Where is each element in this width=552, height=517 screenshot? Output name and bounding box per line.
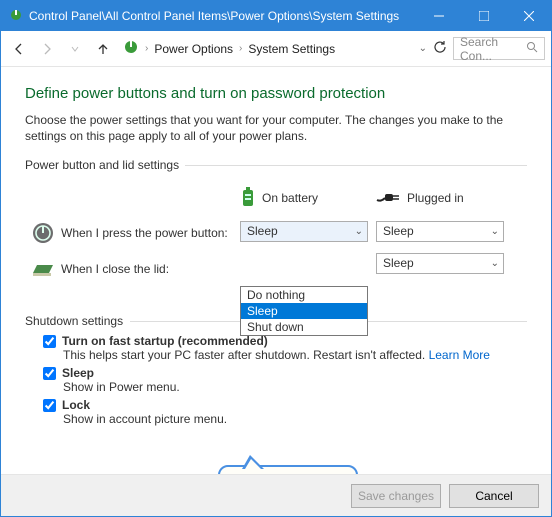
maximize-button[interactable]: [461, 1, 506, 31]
checkbox-label: Lock: [62, 398, 90, 412]
page-description: Choose the power settings that you want …: [25, 112, 527, 144]
column-header: Plugged in: [407, 191, 464, 205]
cancel-button[interactable]: Cancel: [449, 484, 539, 508]
breadcrumb[interactable]: › Power Options › System Settings: [119, 39, 415, 58]
refresh-button[interactable]: [433, 40, 447, 57]
dropdown-option[interactable]: Do nothing: [241, 287, 367, 303]
battery-icon: [240, 186, 256, 211]
checkbox-description: Show in Power menu.: [63, 380, 527, 394]
minimize-button[interactable]: [416, 1, 461, 31]
chevron-right-icon: ›: [145, 43, 148, 54]
checkbox-label: Sleep: [62, 366, 94, 380]
dropdown-list[interactable]: Do nothing Sleep Shut down: [240, 286, 368, 336]
lock-checkbox[interactable]: [43, 399, 56, 412]
row-label: When I press the power button:: [61, 226, 228, 240]
chevron-down-icon: ⌄: [355, 226, 363, 237]
power-options-icon: [123, 39, 139, 58]
dropdown-option-selected[interactable]: Sleep: [241, 303, 367, 319]
up-button[interactable]: [91, 37, 115, 61]
recent-dropdown-icon[interactable]: [63, 37, 87, 61]
sleep-checkbox[interactable]: [43, 367, 56, 380]
window-title: Control Panel\All Control Panel Items\Po…: [29, 9, 416, 23]
checkbox-description: This helps start your PC faster after sh…: [63, 348, 527, 362]
plug-icon: [375, 190, 401, 207]
chevron-right-icon: ›: [239, 43, 242, 54]
checkbox-label: Turn on fast startup (recommended): [62, 334, 268, 348]
group-label: Power button and lid settings: [25, 158, 527, 172]
power-button-battery-combo[interactable]: Sleep⌄: [240, 221, 368, 242]
close-button[interactable]: [506, 1, 551, 31]
search-placeholder: Search Con...: [460, 35, 526, 63]
chevron-down-icon: ⌄: [491, 226, 499, 237]
chevron-down-icon: ⌄: [491, 258, 499, 269]
nav-toolbar: › Power Options › System Settings ⌄ Sear…: [1, 31, 551, 67]
back-button[interactable]: [7, 37, 31, 61]
power-button-icon: [25, 222, 61, 244]
breadcrumb-item[interactable]: Power Options: [154, 42, 233, 56]
breadcrumb-item[interactable]: System Settings: [248, 42, 335, 56]
page-title: Define power buttons and turn on passwor…: [25, 85, 527, 102]
dropdown-option[interactable]: Shut down: [241, 319, 367, 335]
chevron-down-icon[interactable]: ⌄: [419, 43, 427, 54]
forward-button[interactable]: [35, 37, 59, 61]
row-label: When I close the lid:: [61, 262, 169, 276]
search-icon: [526, 41, 538, 56]
power-button-plugged-combo[interactable]: Sleep⌄: [376, 221, 504, 242]
laptop-lid-icon: [25, 259, 61, 279]
search-input[interactable]: Search Con...: [453, 37, 545, 60]
titlebar: Control Panel\All Control Panel Items\Po…: [1, 1, 551, 31]
close-lid-plugged-combo[interactable]: Sleep⌄: [376, 253, 504, 274]
power-options-icon: [9, 8, 23, 25]
learn-more-link[interactable]: Learn More: [429, 348, 490, 362]
footer: Save changes Cancel: [1, 474, 551, 516]
annotation-callout: Hibernate option is missing: [218, 465, 358, 474]
checkbox-description: Show in account picture menu.: [63, 412, 527, 426]
column-header: On battery: [262, 191, 318, 205]
fast-startup-checkbox[interactable]: [43, 335, 56, 348]
save-button[interactable]: Save changes: [351, 484, 441, 508]
